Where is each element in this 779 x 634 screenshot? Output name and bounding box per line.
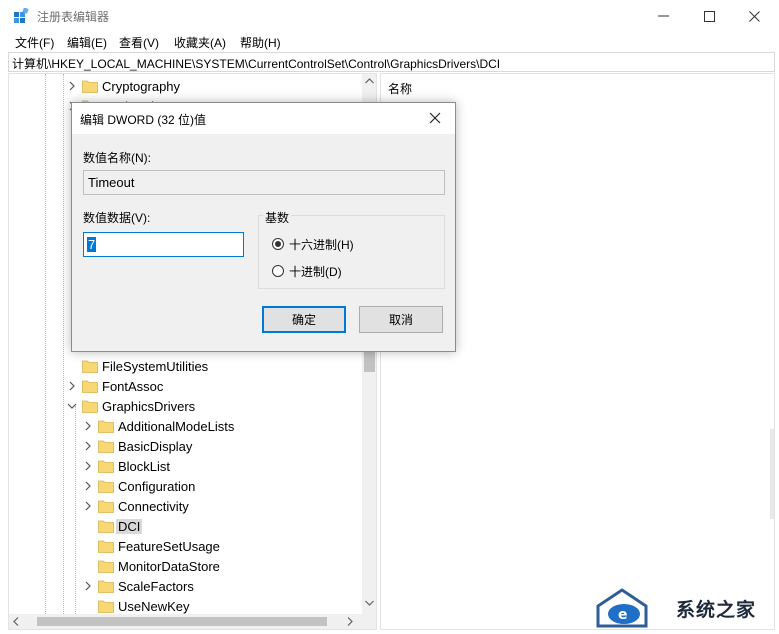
tree-node[interactable]: FeatureSetUsage bbox=[9, 536, 359, 556]
value-name-label: 数值名称(N): bbox=[83, 151, 151, 165]
tree-node[interactable]: GraphicsDrivers bbox=[9, 396, 359, 416]
tree-node-label[interactable]: AdditionalModeLists bbox=[118, 419, 234, 434]
tree-node[interactable]: UseNewKey bbox=[9, 596, 359, 616]
tree-node[interactable]: FileSystemUtilities bbox=[9, 356, 359, 376]
column-header-name[interactable]: 名称 bbox=[388, 80, 412, 97]
tree-node[interactable]: BlockList bbox=[9, 456, 359, 476]
minimize-button[interactable] bbox=[640, 0, 686, 32]
radio-decimal[interactable] bbox=[272, 265, 284, 277]
window-title: 注册表编辑器 bbox=[37, 10, 110, 24]
radio-hex[interactable] bbox=[272, 238, 284, 250]
tree-node-label[interactable]: Configuration bbox=[118, 479, 195, 494]
tree-horizontal-scrollbar[interactable] bbox=[9, 614, 362, 629]
edit-dword-dialog[interactable]: 编辑 DWORD (32 位)值 数值名称(N): Timeout 数值数据(V… bbox=[71, 102, 456, 352]
scroll-down-icon[interactable] bbox=[365, 600, 374, 606]
menu-bar: 文件(F) 编辑(E) 查看(V) 收藏夹(A) 帮助(H) bbox=[0, 32, 779, 52]
folder-icon bbox=[82, 380, 98, 393]
chevron-right-icon[interactable] bbox=[83, 459, 93, 473]
value-name-field: Timeout bbox=[83, 170, 445, 195]
close-icon bbox=[748, 10, 760, 22]
radio-hex-label[interactable]: 十六进制(H) bbox=[289, 236, 354, 253]
tree-node-label[interactable]: GraphicsDrivers bbox=[102, 399, 195, 414]
tree-node[interactable]: ScaleFactors bbox=[9, 576, 359, 596]
tree-node-label[interactable]: BlockList bbox=[118, 459, 170, 474]
chevron-right-icon[interactable] bbox=[83, 439, 93, 453]
chevron-right-icon[interactable] bbox=[67, 79, 77, 93]
folder-icon bbox=[98, 560, 114, 573]
scroll-right-icon[interactable] bbox=[347, 617, 353, 626]
dialog-title: 编辑 DWORD (32 位)值 bbox=[80, 113, 207, 127]
tree-node-label[interactable]: UseNewKey bbox=[118, 599, 190, 614]
folder-icon bbox=[98, 480, 114, 493]
cancel-button[interactable]: 取消 bbox=[359, 306, 443, 333]
maximize-button[interactable] bbox=[686, 0, 732, 32]
radio-decimal-label[interactable]: 十进制(D) bbox=[289, 263, 342, 280]
folder-icon bbox=[98, 520, 114, 533]
watermark-text: 系统之家 bbox=[676, 599, 757, 621]
menu-view[interactable]: 查看(V) bbox=[119, 34, 159, 51]
folder-icon bbox=[98, 540, 114, 553]
scroll-thumb[interactable] bbox=[37, 617, 327, 626]
tree-node[interactable]: BasicDisplay bbox=[9, 436, 359, 456]
folder-icon bbox=[98, 440, 114, 453]
tree-node[interactable]: Connectivity bbox=[9, 496, 359, 516]
menu-favorites[interactable]: 收藏夹(A) bbox=[174, 34, 226, 51]
tree-node[interactable]: MonitorDataStore bbox=[9, 556, 359, 576]
tree-node-label[interactable]: Connectivity bbox=[118, 499, 189, 514]
tree-node[interactable]: DCI bbox=[9, 516, 359, 536]
house-logo-icon: e bbox=[596, 588, 648, 628]
chevron-right-icon[interactable] bbox=[83, 419, 93, 433]
tree-node-label[interactable]: FileSystemUtilities bbox=[102, 359, 208, 374]
chevron-right-icon[interactable] bbox=[67, 379, 77, 393]
minimize-icon bbox=[657, 15, 669, 17]
maximize-icon bbox=[703, 10, 715, 22]
scroll-left-icon[interactable] bbox=[13, 617, 19, 626]
svg-text:e: e bbox=[618, 607, 628, 623]
dialog-title-bar: 编辑 DWORD (32 位)值 bbox=[72, 103, 455, 134]
scrollbar-corner bbox=[362, 614, 376, 629]
folder-icon bbox=[82, 360, 98, 373]
ok-button[interactable]: 确定 bbox=[262, 306, 346, 333]
dialog-close-icon[interactable] bbox=[428, 111, 442, 125]
folder-icon bbox=[82, 400, 98, 413]
chevron-right-icon[interactable] bbox=[83, 499, 93, 513]
value-data-input[interactable]: 7 bbox=[83, 232, 244, 257]
tree-node-label[interactable]: FontAssoc bbox=[102, 379, 163, 394]
values-scrollbar[interactable] bbox=[770, 429, 774, 519]
base-group-label: 基数 bbox=[263, 209, 292, 226]
tree-node-label[interactable]: ScaleFactors bbox=[118, 579, 194, 594]
value-data-label: 数值数据(V): bbox=[83, 211, 151, 225]
scroll-up-icon[interactable] bbox=[365, 78, 374, 84]
tree-node-label[interactable]: FeatureSetUsage bbox=[118, 539, 220, 554]
tree-node-label[interactable]: DCI bbox=[116, 519, 143, 534]
title-bar: 注册表编辑器 bbox=[0, 0, 779, 32]
site-watermark: e 系统之家 bbox=[588, 580, 779, 634]
menu-edit[interactable]: 编辑(E) bbox=[67, 34, 107, 51]
folder-icon bbox=[98, 600, 114, 613]
registry-editor-icon bbox=[14, 8, 29, 23]
tree-node[interactable]: Configuration bbox=[9, 476, 359, 496]
address-path[interactable]: 计算机\HKEY_LOCAL_MACHINE\SYSTEM\CurrentCon… bbox=[12, 55, 500, 72]
folder-icon bbox=[98, 420, 114, 433]
tree-node[interactable]: FontAssoc bbox=[9, 376, 359, 396]
address-bar[interactable]: 计算机\HKEY_LOCAL_MACHINE\SYSTEM\CurrentCon… bbox=[8, 52, 775, 72]
tree-node[interactable]: AdditionalModeLists bbox=[9, 416, 359, 436]
tree-node-label[interactable]: Cryptography bbox=[102, 79, 180, 94]
tree-node[interactable]: Cryptography bbox=[9, 76, 359, 96]
chevron-down-icon[interactable] bbox=[67, 399, 77, 413]
tree-node-label[interactable]: MonitorDataStore bbox=[118, 559, 220, 574]
folder-icon bbox=[82, 80, 98, 93]
chevron-right-icon[interactable] bbox=[83, 479, 93, 493]
menu-help[interactable]: 帮助(H) bbox=[240, 34, 281, 51]
folder-icon bbox=[98, 580, 114, 593]
folder-icon bbox=[98, 460, 114, 473]
chevron-right-icon[interactable] bbox=[83, 579, 93, 593]
value-data-text[interactable]: 7 bbox=[87, 237, 97, 252]
menu-file[interactable]: 文件(F) bbox=[15, 34, 54, 51]
close-button[interactable] bbox=[731, 0, 777, 32]
folder-icon bbox=[98, 500, 114, 513]
tree-node-label[interactable]: BasicDisplay bbox=[118, 439, 192, 454]
